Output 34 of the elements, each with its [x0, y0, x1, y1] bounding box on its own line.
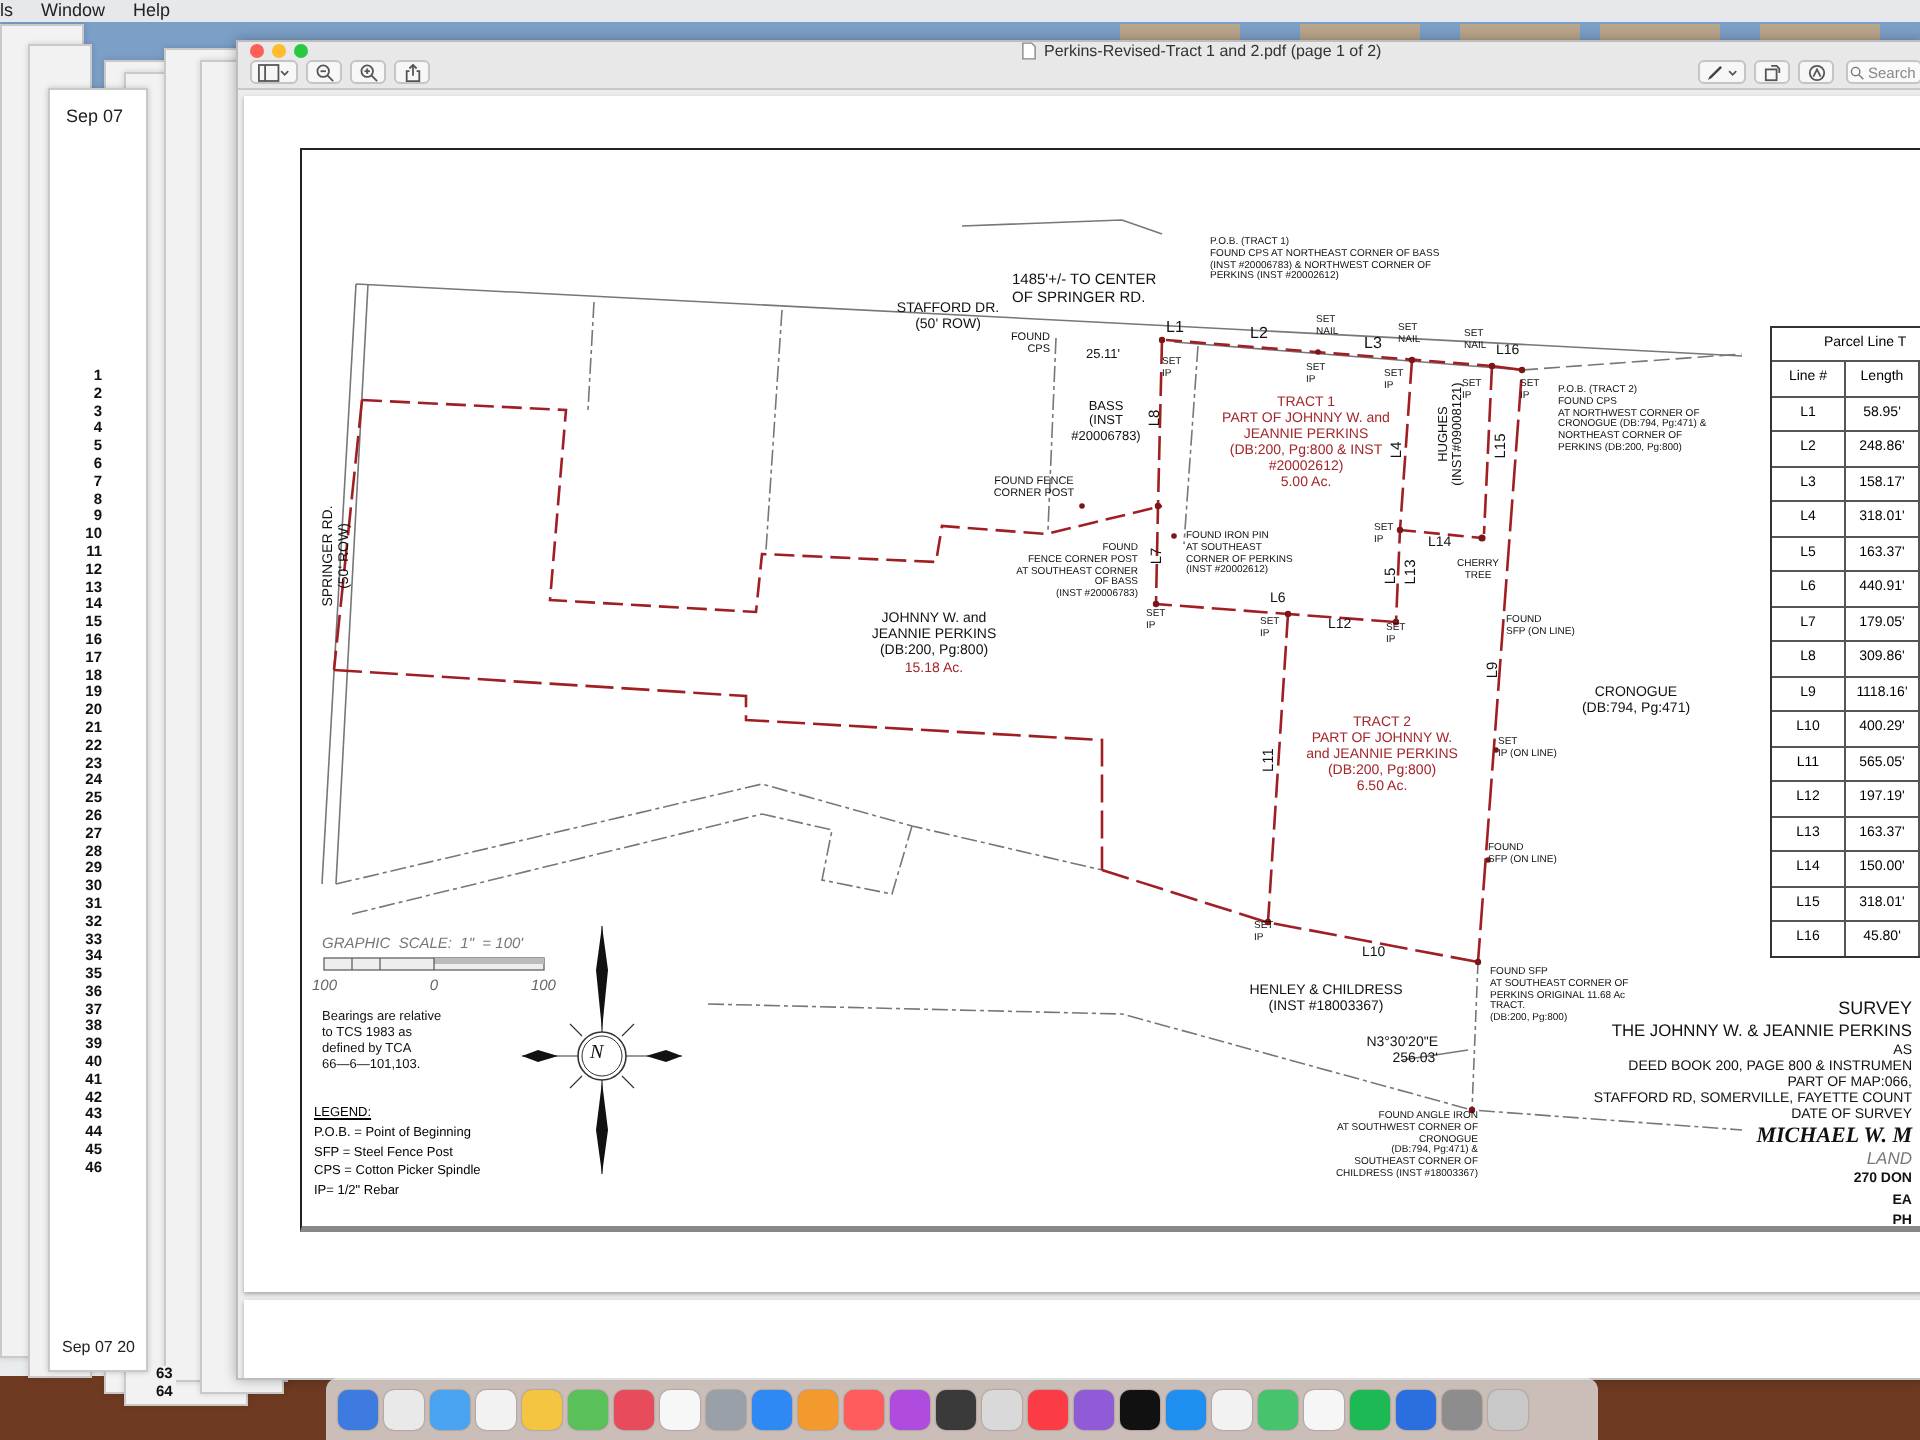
compass-letter: N — [590, 1042, 604, 1064]
zoom-in-button[interactable] — [350, 60, 386, 84]
document-icon — [1022, 42, 1036, 60]
document-date: Sep 07 20 — [62, 1338, 135, 1356]
sidebar-icon — [258, 63, 290, 81]
rotate-button[interactable] — [1754, 60, 1790, 84]
window-title: Perkins-Revised-Tract 1 and 2.pdf (page 1 of 2) — [1044, 42, 1382, 60]
menu-item[interactable]: ls — [0, 0, 13, 22]
zoom-out-icon — [315, 63, 333, 81]
line-label: L3 — [1364, 334, 1382, 353]
rotate-icon — [1763, 63, 1781, 81]
sidebar-button[interactable] — [250, 60, 298, 84]
annotate-icon — [1807, 63, 1825, 81]
document-date: Sep 07 — [66, 106, 124, 126]
title-block-text: MICHAEL W. M — [1756, 1124, 1912, 1149]
annotate-button[interactable] — [1798, 60, 1834, 84]
title-block-text: LAND — [1866, 1150, 1912, 1169]
minimize-button[interactable] — [272, 44, 286, 58]
share-icon — [403, 63, 421, 81]
zoom-button[interactable] — [294, 44, 308, 58]
zoom-in-icon — [359, 63, 377, 81]
pen-icon — [1706, 63, 1738, 81]
dock-app-icon[interactable] — [1120, 1389, 1160, 1429]
title-block-text: THE JOHNNY W. & JEANNIE PERKINS — [1611, 1022, 1912, 1041]
close-button[interactable] — [250, 44, 264, 58]
menu-item[interactable]: Help — [133, 0, 171, 22]
zoom-out-button[interactable] — [306, 60, 342, 84]
title-block-text: SURVEY — [1838, 1000, 1912, 1020]
search-icon — [1850, 66, 1864, 80]
line-label: L1 — [1166, 318, 1184, 337]
menu-item[interactable]: Window — [41, 0, 106, 22]
dock-app-icon[interactable] — [936, 1389, 976, 1429]
share-button[interactable] — [394, 60, 430, 84]
markup-button[interactable] — [1698, 60, 1746, 84]
